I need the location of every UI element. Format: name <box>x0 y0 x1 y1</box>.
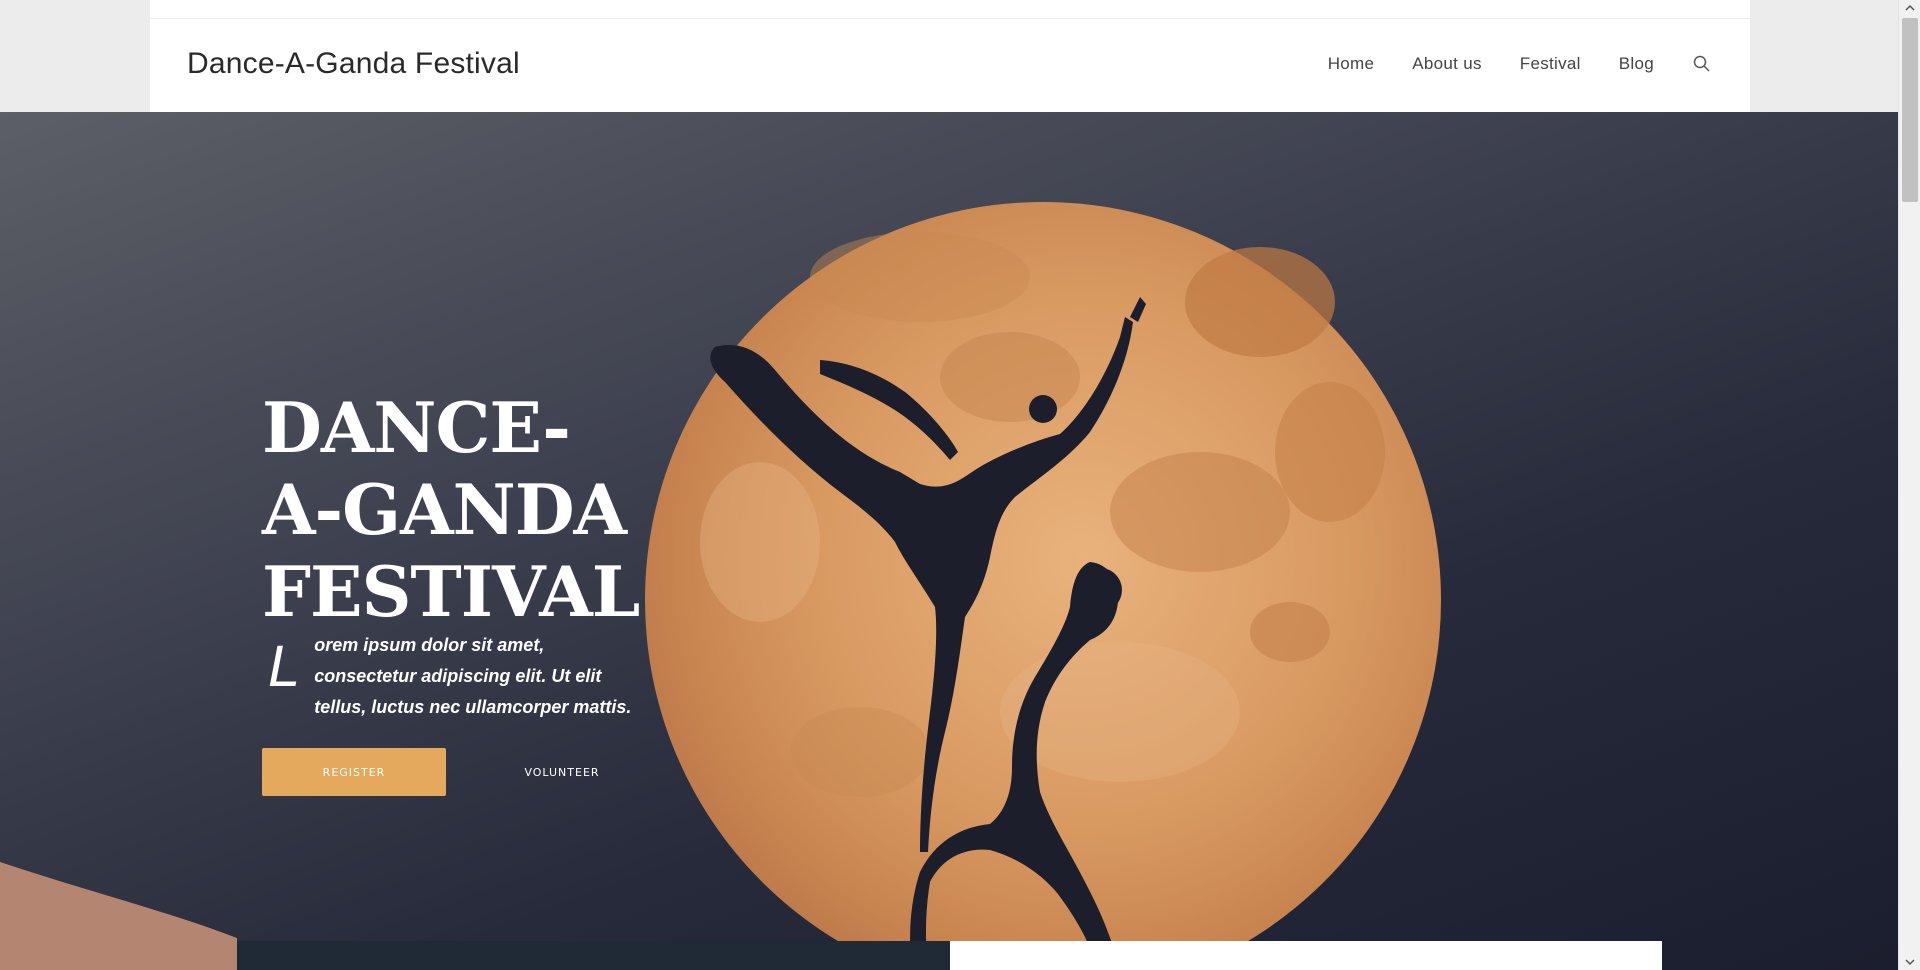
volunteer-button[interactable]: Volunteer <box>500 748 624 796</box>
hero-heading-line-2: A-GANDA <box>262 470 627 551</box>
scroll-down-arrow-icon[interactable] <box>1899 954 1920 970</box>
search-icon[interactable] <box>1692 54 1712 74</box>
register-button[interactable]: Register <box>262 748 446 796</box>
site-header: Dance-A-Ganda Festival Home About us Fes… <box>150 0 1750 113</box>
nav-blog[interactable]: Blog <box>1619 54 1654 74</box>
scrollbar-thumb[interactable] <box>1902 18 1918 202</box>
hero-dropcap: L <box>268 634 301 699</box>
hero-description-text: orem ipsum dolor sit amet, consectetur a… <box>314 635 632 717</box>
main-nav: Home About us Festival Blog <box>1290 54 1712 74</box>
feature-card-light <box>950 941 1662 970</box>
hero-description: L orem ipsum dolor sit amet, consectetur… <box>268 630 638 723</box>
scroll-up-arrow-icon[interactable] <box>1899 0 1920 16</box>
hero-heading-line-1: DANCE- <box>262 388 571 469</box>
hill-shape <box>0 862 237 970</box>
nav-festival[interactable]: Festival <box>1520 54 1581 74</box>
feature-card-dark <box>237 941 950 970</box>
hero-section: DANCE- A-GANDA FESTIVAL L orem ipsum dol… <box>0 112 1898 970</box>
hero-heading-line-3: FESTIVAL <box>262 552 640 633</box>
nav-about-us[interactable]: About us <box>1412 54 1482 74</box>
page-scrollbar[interactable] <box>1898 0 1920 970</box>
site-title[interactable]: Dance-A-Ganda Festival <box>187 47 520 81</box>
nav-home[interactable]: Home <box>1328 54 1375 74</box>
hero-heading: DANCE- A-GANDA FESTIVAL <box>262 388 682 634</box>
header-divider <box>150 18 1750 19</box>
